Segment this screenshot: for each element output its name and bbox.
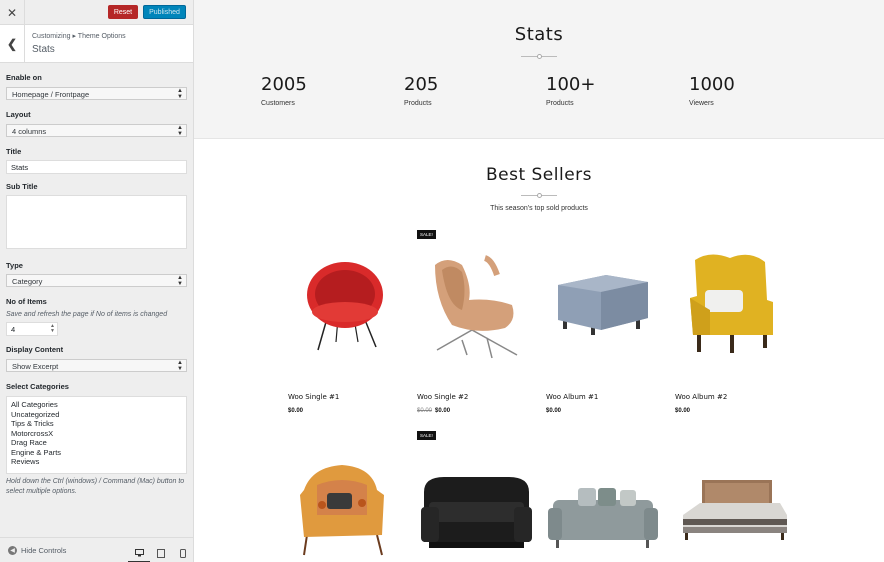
back-button[interactable]: ❮ [0,25,25,63]
layout-label: Layout [6,110,31,119]
enable-on-value: Homepage / Frontpage [12,90,90,99]
stat-number: 205 [404,74,439,95]
desktop-preview-button[interactable] [128,544,150,562]
category-option[interactable]: All Categories [11,400,182,410]
display-content-label: Display Content [6,345,64,354]
category-option[interactable]: Drag Race [11,438,182,448]
stat-item: 2005 Customers [261,74,307,107]
no-items-label: No of Items [6,297,47,306]
footer-actions: ◀ Hide Controls [0,537,193,562]
title-input[interactable]: Stats [6,160,187,174]
panel-title: Stats [32,44,55,55]
category-option[interactable]: Reviews [11,457,182,467]
collapse-icon: ◀ [8,546,17,555]
product-image[interactable] [288,230,406,365]
sale-badge: SALE! [417,431,436,440]
category-option[interactable]: Tips & Tricks [11,419,182,429]
desktop-icon [134,548,144,556]
select-arrows-icon: ▲ ▼ [177,360,183,372]
hide-controls-button[interactable]: ◀ Hide Controls [8,546,66,555]
stepper-icon[interactable]: ▲ ▼ [50,324,55,334]
product-name[interactable]: Woo Album #2 [675,393,727,401]
stat-label: Viewers [689,100,714,107]
stats-section: Stats 2005 Customers 205 Products 100+ P… [194,0,884,139]
no-items-value: 4 [11,325,16,334]
stat-label: Products [404,100,432,107]
best-sellers-subtitle: This season's top sold products [490,205,588,212]
select-arrows-icon: ▲ ▼ [177,88,183,100]
hide-controls-label: Hide Controls [21,546,67,555]
display-content-value: Show Excerpt [12,362,59,371]
subtitle-label: Sub Title [6,182,38,191]
customizer-header: ✕ Reset Published [0,0,193,25]
product-name[interactable]: Woo Album #1 [546,393,598,401]
stat-number: 1000 [689,74,735,95]
customizer-sidebar: ✕ Reset Published ❮ Customizing ▸ Theme … [0,0,194,562]
reset-button[interactable]: Reset [108,5,138,19]
tablet-icon [157,549,165,558]
title-label: Title [6,147,22,156]
stat-label: Customers [261,100,295,107]
best-sellers-title: Best Sellers [485,165,593,185]
product-image[interactable] [675,230,793,365]
site-preview: Stats 2005 Customers 205 Products 100+ P… [194,0,884,562]
stat-item: 100+ Products [546,74,595,107]
current-price: $0.00 [288,408,304,414]
enable-on-select[interactable]: Homepage / Frontpage ▲ ▼ [6,87,187,100]
categories-multiselect[interactable]: All Categories Uncategorized Tips & Tric… [6,396,187,474]
product-name[interactable]: Woo Single #1 [288,393,339,401]
tablet-preview-button[interactable] [150,544,172,562]
mobile-preview-button[interactable] [172,544,193,562]
type-value: Category [12,277,43,286]
product-image[interactable] [417,230,535,365]
category-option[interactable]: Uncategorized [11,410,182,420]
stat-label: Products [546,100,574,107]
type-select[interactable]: Category ▲ ▼ [6,274,187,287]
select-categories-label: Select Categories [6,382,69,391]
product-price: $0.00 [675,408,690,414]
product-price: $0.00 $0.00 [417,408,450,414]
stat-number: 100+ [546,74,596,95]
current-price: $0.00 [675,408,691,414]
chevron-left-icon: ❮ [6,37,18,51]
product-price: $0.00 [288,408,303,414]
layout-select[interactable]: 4 columns ▲ ▼ [6,124,187,137]
current-price: $0.00 [435,408,451,414]
stat-item: 205 Products [404,74,438,107]
close-icon: ✕ [6,5,18,20]
product-image[interactable] [546,230,664,365]
enable-on-label: Enable on [6,73,42,82]
product-image[interactable] [548,480,658,555]
type-label: Type [6,261,23,270]
product-name[interactable]: Woo Single #2 [417,393,468,401]
display-content-select[interactable]: Show Excerpt ▲ ▼ [6,359,187,372]
current-price: $0.00 [546,408,562,414]
product-image[interactable] [675,475,790,545]
category-option[interactable]: MotorcrossX [11,429,182,439]
layout-value: 4 columns [12,127,47,136]
title-divider [521,193,557,198]
stat-item: 1000 Viewers [689,74,735,107]
product-image[interactable] [292,455,397,560]
select-arrows-icon: ▲ ▼ [177,275,183,287]
old-price: $0.00 [417,408,433,414]
stats-title: Stats [514,24,564,45]
mobile-icon [180,549,186,558]
no-items-note: Save and refresh the page if No of items… [6,311,168,318]
panel-header: ❮ Customizing ▸ Theme Options Stats [0,25,193,63]
stat-number: 2005 [261,74,307,95]
categories-note: Hold down the Ctrl (windows) / Command (… [6,478,185,495]
subtitle-textarea[interactable] [6,195,187,249]
product-price: $0.00 [546,408,561,414]
select-arrows-icon: ▲ ▼ [177,125,183,137]
category-option[interactable]: Engine & Parts [11,448,182,458]
sale-badge: SALE! [417,230,436,239]
publish-button[interactable]: Published [143,5,186,19]
close-customizer-button[interactable]: ✕ [0,0,25,25]
product-image[interactable] [419,462,534,557]
no-items-input[interactable]: 4 ▲ ▼ [6,322,58,336]
title-divider [521,54,557,59]
breadcrumb: Customizing ▸ Theme Options [32,33,126,40]
